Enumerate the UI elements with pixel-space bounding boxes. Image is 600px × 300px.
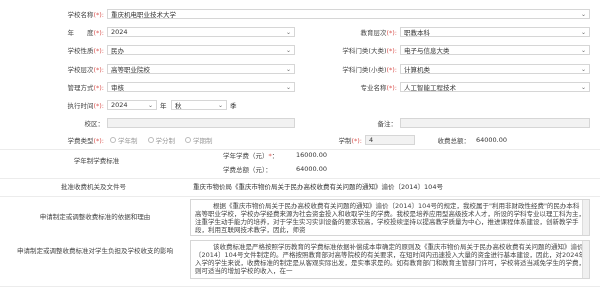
exec-year-unit: 年	[160, 102, 167, 110]
approval-label: 批准收费机关及文件号	[61, 183, 126, 191]
row-year: 年 度(*): 2024 ⌄ 教育层次(*): 职教本科 ⌄	[0, 27, 600, 37]
annual-fee-value: 16000.00	[296, 151, 328, 159]
mgmt-mode-select[interactable]: 审核 ⌄	[107, 82, 295, 92]
approval-value: 重庆市物价局《重庆市物价局关于民办高校收费有关问题的通知》渝价〔2014〕104…	[193, 183, 443, 191]
chevron-down-icon: ⌄	[285, 65, 291, 73]
divider	[0, 286, 600, 287]
campus-input[interactable]	[107, 118, 295, 128]
fee-standard-label: 学年制学费标准	[73, 157, 120, 165]
fee-total-label: 收费总额：	[437, 137, 471, 145]
chevron-down-icon: ⌄	[580, 65, 586, 73]
major-small-label: 学科门类(小类)(*):	[342, 66, 397, 74]
fee-type-radio-credit[interactable]: 学分制	[147, 135, 175, 145]
scroll-down-icon[interactable]: ▼	[583, 229, 589, 235]
edu-level-select[interactable]: 职教本科 ⌄	[400, 27, 590, 37]
chevron-down-icon: ⌄	[285, 83, 291, 91]
impact-textarea[interactable]: 该收费标准是严格按照学历教育的学费标准依据补偿成本审确定的原则及《重庆市物价局关…	[190, 240, 590, 279]
scrollbar[interactable]: ▲▼	[582, 241, 589, 278]
scroll-down-icon[interactable]: ▼	[583, 272, 589, 278]
chevron-down-icon: ⌄	[147, 101, 153, 109]
chevron-down-icon: ⌄	[285, 28, 291, 36]
fee-type-radio-group: 学年制 学分制 学期制	[107, 135, 260, 145]
major-name-label: 专业名称(*):	[360, 84, 397, 92]
mgmt-mode-label: 管理方式(*):	[67, 84, 104, 92]
basis-textarea[interactable]: 根据《重庆市物价局关于民办高校收费有关问题的通知》渝价〔2014〕104号的规定…	[190, 199, 590, 236]
fee-type-label: 学费类型(*):	[67, 137, 104, 145]
scroll-up-icon[interactable]: ▲	[583, 200, 589, 206]
row-mgmt-mode: 管理方式(*): 审核 ⌄ 专业名称(*): 人工智能工程技术 ⌄	[0, 82, 600, 92]
row-annual-fee: 学年学费（元）*： 16000.00	[193, 150, 593, 160]
annual-fee-label: 学年学费（元）*：	[223, 152, 279, 160]
row-school-nature: 学校性质(*): 民办 ⌄ 学科门类(大类)(*): 电子与信息大类 ⌄	[0, 45, 600, 55]
divider	[0, 196, 600, 197]
school-name-select[interactable]: 重庆机电职业技术大学 ⌄	[107, 9, 590, 19]
fee-type-radio-term[interactable]: 学期制	[185, 135, 213, 145]
school-nature-select[interactable]: 民办 ⌄	[107, 45, 295, 55]
scroll-up-icon[interactable]: ▲	[583, 241, 589, 247]
fee-type-radio-year[interactable]: 学年制	[110, 135, 138, 145]
radio-icon	[110, 137, 116, 143]
total-fee-label: 学费总额（元）：	[223, 166, 272, 174]
row-fee-type: 学费类型(*): 学年制 学分制 学期制 学制(*): 4 收费总额： 6400…	[0, 135, 600, 145]
fee-application-form: 学校名称(*): 重庆机电职业技术大学 ⌄ 年 度(*): 2024 ⌄ 教育层次(…	[0, 0, 600, 300]
row-school-tier: 学校层次(*): 高等职业院校 ⌄ 学科门类(小类)(*): 计算机类 ⌄	[0, 64, 600, 74]
row-campus: 校区： 备注：	[0, 118, 600, 128]
length-label: 学制(*):	[338, 137, 362, 145]
exec-year-select[interactable]: 2024 ⌄	[107, 100, 157, 110]
major-name-select[interactable]: 人工智能工程技术 ⌄	[400, 82, 590, 92]
edu-level-label: 教育层次(*):	[360, 29, 397, 37]
chevron-down-icon: ⌄	[580, 28, 586, 36]
chevron-down-icon: ⌄	[580, 83, 586, 91]
radio-icon	[185, 137, 191, 143]
year-label: 年 度(*):	[67, 29, 104, 37]
row-approval: 批准收费机关及文件号 重庆市物价局《重庆市物价局关于民办高校收费有关问题的通知》…	[0, 181, 600, 191]
scrollbar[interactable]: ▲▼	[582, 200, 589, 235]
fee-total-value: 64000.00	[476, 136, 508, 144]
exec-season-select[interactable]: 秋 ⌄	[171, 100, 227, 110]
chevron-down-icon: ⌄	[285, 46, 291, 54]
total-fee-value: 64000.00	[296, 165, 328, 173]
row-total-fee: 学费总额（元）： 64000.00	[193, 164, 593, 174]
major-big-label: 学科门类(大类)(*):	[342, 47, 397, 55]
chevron-down-icon: ⌄	[580, 46, 586, 54]
year-select[interactable]: 2024 ⌄	[107, 27, 295, 37]
major-small-select[interactable]: 计算机类 ⌄	[400, 64, 590, 74]
remark-input[interactable]	[400, 118, 590, 128]
school-tier-select[interactable]: 高等职业院校 ⌄	[107, 64, 295, 74]
school-tier-label: 学校层次(*):	[67, 66, 104, 74]
major-big-select[interactable]: 电子与信息大类 ⌄	[400, 45, 590, 55]
divider	[0, 178, 600, 179]
basis-label: 申请制定或调整收费标准的依据和理由	[39, 213, 151, 221]
length-input[interactable]: 4	[365, 135, 415, 145]
row-exec-time: 执行时间(*): 2024 ⌄ 年 秋 ⌄ 季	[0, 100, 600, 110]
exec-time-label: 执行时间(*):	[67, 102, 104, 110]
school-nature-label: 学校性质(*):	[67, 47, 104, 55]
row-school-name: 学校名称(*): 重庆机电职业技术大学 ⌄	[0, 9, 600, 19]
campus-label: 校区：	[84, 120, 105, 128]
chevron-down-icon: ⌄	[217, 101, 223, 109]
impact-label: 申请制定或调整收费标准对学生负担及学校收支的影响	[17, 247, 173, 255]
exec-season-unit: 季	[230, 102, 237, 110]
remark-label: 备注：	[377, 120, 398, 128]
chevron-down-icon: ⌄	[580, 10, 586, 18]
radio-icon	[147, 137, 154, 143]
school-name-label: 学校名称(*):	[67, 11, 104, 19]
